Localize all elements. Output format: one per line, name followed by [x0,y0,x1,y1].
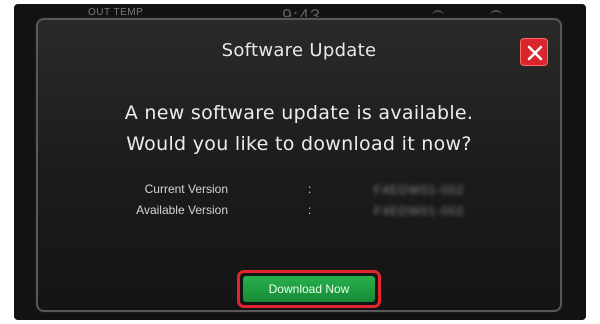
available-version-label: Available Version [136,203,228,217]
download-highlight-outline: Download Now [237,270,381,308]
available-version-value: F4EDW01-002 [374,204,465,218]
out-temp-label: OUT TEMP [88,7,144,18]
current-version-label: Current Version [144,182,228,196]
close-icon [527,45,543,61]
message-line-1: A new software update is available. [124,102,474,124]
dialog-title: Software Update [221,40,377,61]
separator: : [308,203,312,217]
version-info: Current Version : F4EDW01-002 Available … [38,182,560,224]
separator: : [308,182,312,196]
current-version-row: Current Version : F4EDW01-002 [38,182,560,203]
download-now-button[interactable]: Download Now [243,276,375,302]
message-line-2: Would you like to download it now? [126,133,472,155]
available-version-row: Available Version : F4EDW01-002 [38,203,560,224]
update-message: A new software update is available. Woul… [38,98,560,160]
current-version-value: F4EDW01-002 [374,183,465,197]
infotainment-screen: OUT TEMP 9:43 Software Update A new soft… [14,4,586,320]
close-button[interactable] [520,38,548,66]
software-update-dialog: Software Update A new software update is… [36,18,562,312]
